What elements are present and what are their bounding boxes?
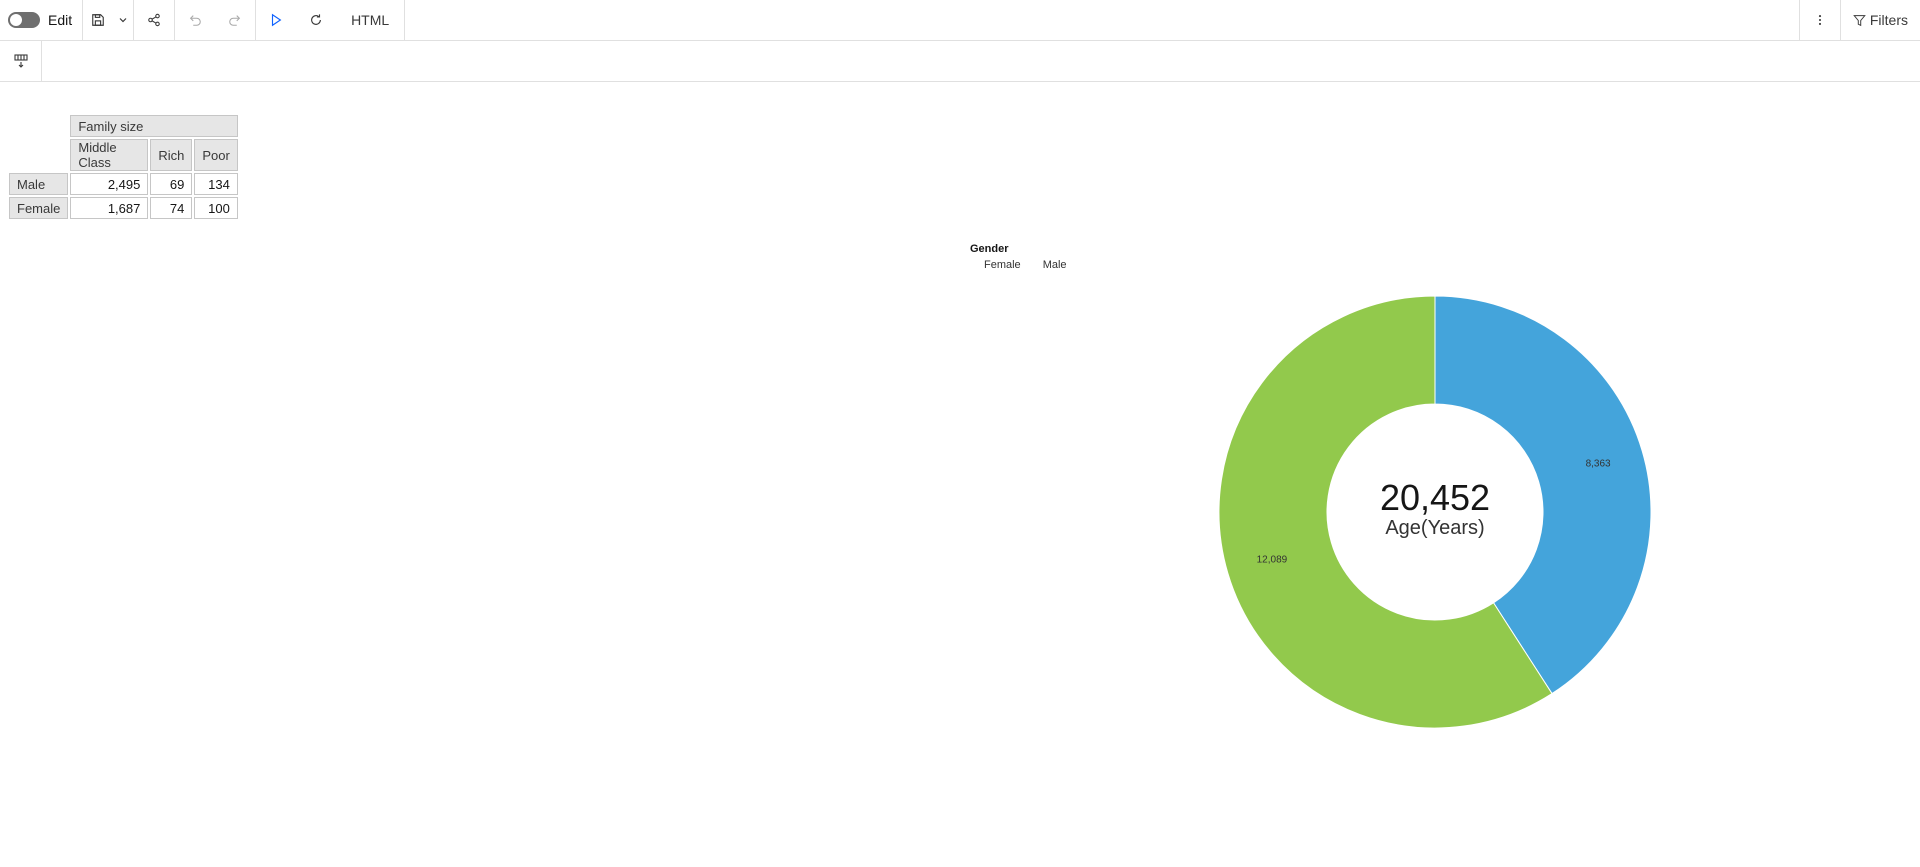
redo-button[interactable] [215, 0, 255, 40]
run-button[interactable] [256, 0, 296, 40]
chevron-down-icon [119, 18, 127, 23]
run-group: HTML [256, 0, 406, 40]
main-toolbar: Edit HTML Filters [0, 0, 1920, 41]
redo-icon [229, 15, 241, 26]
filter-icon [1853, 14, 1866, 26]
filters-label: Filters [1869, 12, 1908, 28]
edit-group: Edit [0, 0, 84, 40]
share-button[interactable] [134, 0, 174, 40]
crosstab-corner [9, 115, 68, 137]
center-total-value: 20,452 [1380, 477, 1490, 518]
data-label-female: 12,089 [1257, 555, 1288, 566]
table-row: Male 2,495 69 134 [9, 173, 238, 195]
legend-title: Gender [970, 243, 1009, 255]
filters-button[interactable]: Filters [1839, 0, 1920, 40]
legend-item-male[interactable]: Male [1043, 259, 1067, 271]
donut-chart: 8,363 12,089 20,452 Age(Years) [1218, 295, 1652, 729]
center-measure-label: Age(Years) [1385, 517, 1484, 539]
insert-data-icon [13, 54, 28, 68]
share-group [134, 0, 176, 40]
share-icon [148, 13, 160, 27]
column-header[interactable]: Poor [194, 139, 238, 171]
crosstab: Family size Middle Class Rich Poor Male … [7, 113, 240, 221]
save-button[interactable] [83, 0, 113, 40]
table-cell[interactable]: 1,687 [70, 197, 149, 219]
play-icon [272, 13, 282, 27]
refresh-icon [311, 14, 322, 25]
output-format-button[interactable]: HTML [336, 0, 404, 40]
table-cell[interactable]: 69 [150, 173, 193, 195]
more-options-button[interactable] [1798, 0, 1840, 40]
insert-data-button[interactable] [0, 41, 42, 81]
data-label-male: 8,363 [1586, 459, 1611, 470]
table-row: Female 1,687 74 100 [9, 197, 238, 219]
table-cell[interactable]: 74 [150, 197, 193, 219]
column-header[interactable]: Middle Class [70, 139, 149, 171]
save-menu-button[interactable] [113, 0, 133, 40]
save-icon [92, 14, 104, 26]
table-cell[interactable]: 2,495 [70, 173, 149, 195]
output-format-label: HTML [351, 12, 390, 28]
secondary-toolbar [0, 41, 1920, 82]
crosstab-group-header-row: Family size [9, 115, 238, 137]
more-vertical-icon [1818, 15, 1821, 25]
row-header[interactable]: Male [9, 173, 69, 195]
edit-toggle[interactable] [8, 12, 40, 28]
legend-item-female[interactable]: Female [984, 259, 1021, 271]
undo-icon [190, 15, 201, 26]
crosstab-column-header-row: Middle Class Rich Poor [9, 139, 238, 171]
history-group [175, 0, 257, 40]
edit-label: Edit [48, 12, 73, 28]
refresh-button[interactable] [296, 0, 336, 40]
table-cell[interactable]: 100 [194, 197, 238, 219]
chart-legend: Gender Female Male [970, 243, 1067, 271]
crosstab-corner [9, 139, 68, 171]
column-header[interactable]: Rich [150, 139, 193, 171]
undo-button[interactable] [175, 0, 215, 40]
save-group [83, 0, 135, 40]
row-header[interactable]: Female [9, 197, 69, 219]
crosstab-group-header[interactable]: Family size [70, 115, 238, 137]
table-cell[interactable]: 134 [194, 173, 238, 195]
